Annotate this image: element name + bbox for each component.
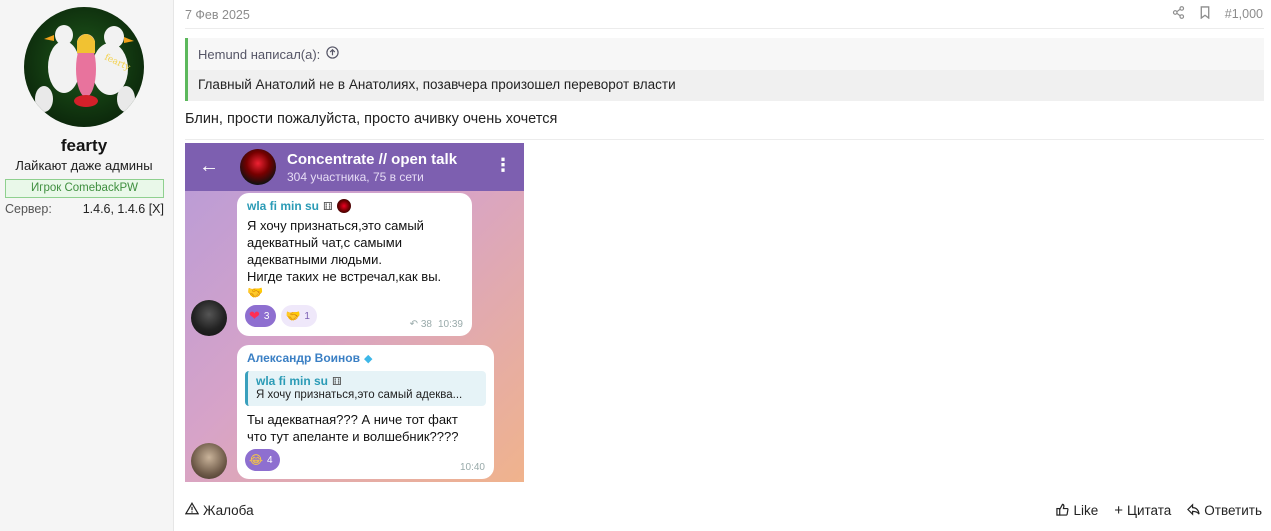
post-number[interactable]: #1,000 bbox=[1225, 7, 1263, 21]
user-avatar[interactable]: fearty bbox=[24, 7, 144, 127]
handshake-reaction-icon: 🤝 bbox=[285, 309, 301, 323]
quote-button[interactable]: + Цитата bbox=[1114, 502, 1171, 519]
laugh-count: 4 bbox=[267, 454, 273, 466]
reply-count: ↶ 38 bbox=[409, 319, 432, 330]
tg-msg1-author-row: wla fi min su ⚅ bbox=[247, 199, 351, 213]
tg-chat-avatar bbox=[240, 149, 276, 185]
diamond-icon: ◆ bbox=[364, 352, 373, 365]
quote-body: Главный Анатолий не в Анатолиях, позавче… bbox=[188, 70, 1264, 101]
sticker-avatar-icon bbox=[336, 199, 351, 213]
arrow-up-circle-icon[interactable] bbox=[326, 46, 339, 62]
post-date[interactable]: 7 Фев 2025 bbox=[185, 8, 250, 22]
server-label: Сервер: bbox=[5, 202, 52, 216]
handshake-icon: 🤝 bbox=[247, 285, 264, 300]
laughing-icon: 😂 bbox=[249, 453, 264, 467]
avatar-image: fearty bbox=[35, 25, 135, 112]
tg-reply-author: wla fi min su bbox=[256, 374, 329, 388]
attached-screenshot[interactable]: ← Concentrate // open talk 304 участника… bbox=[185, 143, 524, 482]
tg-chat-subtitle: 304 участника, 75 в сети bbox=[287, 170, 424, 184]
bookmark-icon[interactable] bbox=[1199, 6, 1211, 22]
reply-label: Ответить bbox=[1204, 503, 1262, 518]
post-actions: Like + Цитата Ответить bbox=[1056, 502, 1262, 519]
tg-msg2-author: Александр Воинов bbox=[247, 351, 361, 365]
tg-msg1-reactions: ❤ 3 🤝 1 bbox=[245, 305, 317, 327]
tg-msg2-reply: wla fi min su ⚅ Я хочу признаться,это са… bbox=[245, 371, 486, 406]
user-panel: fearty fearty Лайкают даже админы Игрок … bbox=[0, 0, 174, 531]
report-button[interactable]: Жалоба bbox=[184, 502, 254, 518]
handshake-reaction: 🤝 1 bbox=[281, 305, 317, 327]
reply-arrow-icon bbox=[1187, 502, 1200, 519]
like-label: Like bbox=[1073, 503, 1099, 518]
handshake-count: 1 bbox=[304, 310, 310, 322]
reply-count-value: 38 bbox=[420, 319, 432, 330]
back-arrow-icon: ← bbox=[199, 155, 219, 177]
post-header-actions: #1,000 bbox=[1172, 6, 1263, 22]
thumbs-up-icon bbox=[1056, 503, 1069, 519]
tg-user1-avatar bbox=[191, 300, 227, 336]
user-title: Лайкают даже админы bbox=[15, 158, 153, 173]
tg-reply-text: Я хочу признаться,это самый адеква... bbox=[256, 389, 463, 401]
tg-message-2: Александр Воинов ◆ wla fi min su ⚅ Я хоч… bbox=[237, 345, 494, 479]
warning-icon bbox=[184, 502, 200, 518]
reply-button[interactable]: Ответить bbox=[1187, 502, 1262, 519]
quote-author-text: Hemund написал(а): bbox=[198, 46, 321, 62]
tg-msg1-text: Я хочу признаться,это самый адекватный ч… bbox=[247, 218, 442, 284]
tg-message-1: wla fi min su ⚅ Я хочу признаться,это са… bbox=[237, 193, 472, 336]
laugh-reaction: 😂 4 bbox=[245, 449, 280, 471]
tg-msg1-author: wla fi min su bbox=[247, 199, 320, 213]
quote-author[interactable]: Hemund написал(а): bbox=[198, 46, 339, 62]
server-value: 1.4.6, 1.4.6 [X] bbox=[82, 202, 164, 216]
tg-chat-name: Concentrate // open talk bbox=[287, 151, 458, 168]
like-button[interactable]: Like bbox=[1056, 502, 1098, 519]
message-divider bbox=[185, 139, 1264, 140]
reply-dice-icon: ⚅ bbox=[332, 375, 342, 388]
quote-text: Главный Анатолий не в Анатолиях, позавче… bbox=[198, 77, 676, 92]
quote-block: Hemund написал(а): Главный Анатолий не в… bbox=[185, 38, 1264, 101]
heart-count: 3 bbox=[263, 310, 270, 322]
plus-icon: + bbox=[1114, 502, 1123, 519]
tg-msg1-time: 10:39 bbox=[437, 319, 463, 330]
report-label: Жалоба bbox=[203, 502, 254, 518]
tg-reply-author-row: wla fi min su ⚅ bbox=[256, 374, 342, 388]
username[interactable]: fearty bbox=[0, 136, 168, 156]
tg-msg2-time: 10:40 bbox=[459, 462, 485, 473]
share-icon[interactable] bbox=[1172, 6, 1185, 22]
menu-dots-icon: ⋮ bbox=[494, 155, 512, 175]
tg-msg1-meta: ↶ 38 10:39 bbox=[410, 319, 463, 330]
tg-user2-avatar bbox=[191, 443, 227, 479]
tg-header: ← Concentrate // open talk 304 участника… bbox=[185, 143, 524, 191]
user-banner: Игрок ComebackPW bbox=[5, 179, 164, 198]
heart-reaction: ❤ 3 bbox=[245, 305, 277, 327]
header-divider bbox=[185, 28, 1264, 29]
tg-msg2-meta: 10:40 bbox=[460, 462, 485, 473]
tg-msg2-reactions: 😂 4 bbox=[245, 449, 280, 471]
tg-msg2-text: Ты адекватная??? А ниче тот факт что тут… bbox=[247, 412, 459, 444]
tg-msg2-author-row: Александр Воинов ◆ bbox=[247, 351, 372, 365]
heart-icon: ❤ bbox=[249, 308, 260, 323]
post-message: Блин, прости пожалуйста, просто ачивку о… bbox=[185, 111, 558, 127]
dice-icon: ⚅ bbox=[323, 200, 333, 213]
quote-label: Цитата bbox=[1126, 503, 1172, 518]
